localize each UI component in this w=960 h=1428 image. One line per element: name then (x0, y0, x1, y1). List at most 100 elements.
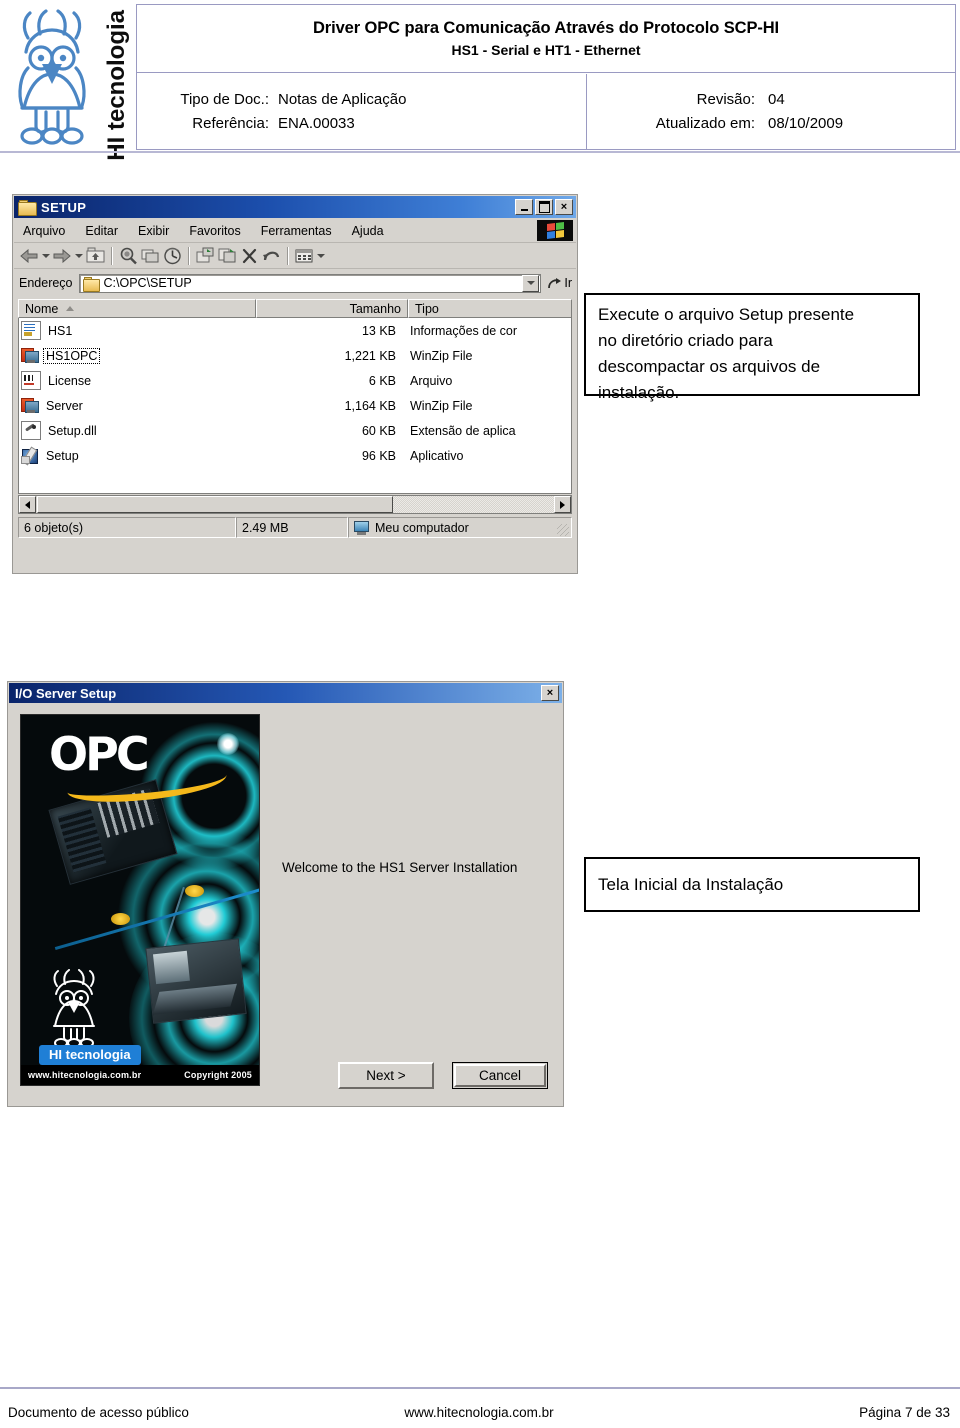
file-name-cell: HS1OPC (19, 347, 251, 364)
menu-item-editar[interactable]: Editar (76, 223, 127, 239)
forward-dropdown-icon[interactable] (73, 245, 84, 267)
close-icon[interactable]: × (555, 199, 573, 215)
table-row[interactable]: Setup 96 KB Aplicativo (19, 443, 571, 468)
file-size: 96 KB (361, 448, 396, 463)
scrollbar-track[interactable] (393, 496, 554, 513)
maximize-icon[interactable] (535, 199, 553, 215)
document-title: Driver OPC para Comunicação Através do P… (137, 5, 955, 73)
footer-right: Página 7 de 33 (859, 1404, 950, 1420)
artwork-site: www.hitecnologia.com.br (28, 1070, 142, 1080)
windows-flag-icon (537, 220, 573, 241)
scroll-left-icon[interactable] (19, 496, 36, 513)
brand-logo-label: HI tecnologia (103, 10, 130, 161)
search-icon[interactable] (117, 245, 139, 267)
resize-grip[interactable] (557, 524, 569, 536)
table-row[interactable]: Setup.dll 60 KB Extensão de aplica (19, 418, 571, 443)
move-to-icon[interactable] (194, 245, 216, 267)
updated-value: 08/10/2009 (768, 115, 844, 132)
menu-item-exibir[interactable]: Exibir (129, 223, 178, 239)
file-size: 60 KB (361, 423, 396, 438)
menu-item-arquivo[interactable]: Arquivo (14, 223, 74, 239)
revision-value: 04 (768, 91, 785, 108)
footer-center: www.hitecnologia.com.br (404, 1404, 554, 1420)
sort-ascending-icon (66, 306, 75, 311)
explorer-window-title: SETUP (41, 199, 87, 215)
hi-tecnologia-badge: HI tecnologia (39, 1045, 141, 1065)
file-name-cell: Setup.dll (19, 421, 251, 440)
file-size: 6 KB (368, 373, 396, 388)
file-name: HS1OPC (42, 347, 101, 364)
caption-1-line1: Execute o arquivo Setup presente (598, 305, 855, 324)
menu-item-ferramentas[interactable]: Ferramentas (252, 223, 341, 239)
up-one-level-icon[interactable] (84, 245, 106, 267)
status-total-size: 2.49 MB (236, 517, 348, 538)
column-header-nome[interactable]: Nome (18, 299, 256, 318)
explorer-statusbar: 6 objeto(s) 2.49 MB Meu computador (18, 517, 572, 538)
header-meta-row: Tipo de Doc.: Notas de Aplicação Referên… (137, 74, 955, 150)
updated-label: Atualizado em: (655, 115, 755, 132)
explorer-toolbar (14, 243, 576, 269)
revision-field: Revisão: 04 (627, 88, 955, 112)
table-row[interactable]: Server 1,164 KB WinZip File (19, 393, 571, 418)
go-button[interactable]: Ir (547, 276, 572, 291)
file-type: WinZip File (410, 398, 473, 413)
views-dropdown-icon[interactable] (315, 245, 326, 267)
menu-item-favoritos[interactable]: Favoritos (180, 223, 249, 239)
file-type: Extensão de aplica (410, 423, 516, 438)
undo-icon[interactable] (260, 245, 282, 267)
column-header-tipo[interactable]: Tipo (408, 299, 572, 318)
scroll-right-icon[interactable] (554, 496, 571, 513)
back-arrow-icon[interactable] (18, 245, 40, 267)
caption-box-initial-screen: Tela Inicial da Instalação (584, 857, 920, 912)
cancel-button[interactable]: Cancel (452, 1062, 548, 1089)
table-row[interactable]: HS1OPC 1,221 KB WinZip File (19, 343, 571, 368)
minimize-icon[interactable] (515, 199, 533, 215)
toolbar-separator (188, 246, 189, 265)
winzip-file-icon (21, 397, 39, 414)
header-info-table: Driver OPC para Comunicação Através do P… (136, 4, 956, 150)
file-size: 13 KB (361, 323, 396, 338)
file-name-cell: Setup (19, 446, 251, 466)
file-size: 1,221 KB (344, 348, 396, 363)
toolbar-separator (287, 246, 288, 265)
back-dropdown-icon[interactable] (40, 245, 51, 267)
status-location: Meu computador (348, 517, 572, 538)
history-icon[interactable] (161, 245, 183, 267)
footer-left: Documento de acesso público (8, 1404, 189, 1420)
table-row[interactable]: License 6 KB Arquivo (19, 368, 571, 393)
application-icon (21, 446, 39, 466)
revision-label: Revisão: (696, 91, 755, 108)
file-list[interactable]: HS1 13 KB Informações de cor HS1OPC 1,22… (18, 318, 572, 494)
owl-logo-icon (18, 9, 86, 145)
close-glyph: × (546, 687, 554, 699)
column-header-tamanho[interactable]: Tamanho (256, 299, 408, 318)
delete-icon[interactable] (238, 245, 260, 267)
close-icon[interactable]: × (541, 685, 559, 701)
caption-1-line3: descompactar os arquivos de (598, 357, 821, 376)
explorer-window: SETUP × Arquivo Editar Exibir Favoritos … (12, 194, 578, 574)
brand-logo-cell: HI tecnologia (2, 4, 134, 161)
horizontal-scrollbar[interactable] (18, 495, 572, 514)
address-input[interactable]: C:\OPC\SETUP (78, 273, 542, 293)
dll-file-icon (21, 421, 41, 440)
status-location-label: Meu computador (375, 520, 469, 535)
caption-1-line2: no diretório criado para (598, 331, 773, 350)
generic-file-icon (21, 371, 41, 390)
next-button[interactable]: Next > (338, 1062, 434, 1089)
forward-arrow-icon[interactable] (51, 245, 73, 267)
io-server-setup-dialog: I/O Server Setup × OPC HI tecnologia www… (7, 681, 564, 1107)
chevron-down-icon[interactable] (522, 274, 540, 292)
menu-item-ajuda[interactable]: Ajuda (343, 223, 393, 239)
document-title-line1: Driver OPC para Comunicação Através do P… (312, 19, 780, 37)
file-name: License (48, 373, 92, 388)
document-footer: Documento de acesso público www.hitecnol… (0, 1400, 960, 1424)
opc-brand-logo: OPC (49, 731, 228, 806)
reference-value: ENA.00033 (278, 115, 355, 132)
file-type: Arquivo (410, 373, 453, 388)
scrollbar-thumb[interactable] (37, 496, 393, 513)
copy-to-icon[interactable] (216, 245, 238, 267)
folders-icon[interactable] (139, 245, 161, 267)
views-icon[interactable] (293, 245, 315, 267)
decorative-glow (217, 733, 239, 755)
table-row[interactable]: HS1 13 KB Informações de cor (19, 318, 571, 343)
